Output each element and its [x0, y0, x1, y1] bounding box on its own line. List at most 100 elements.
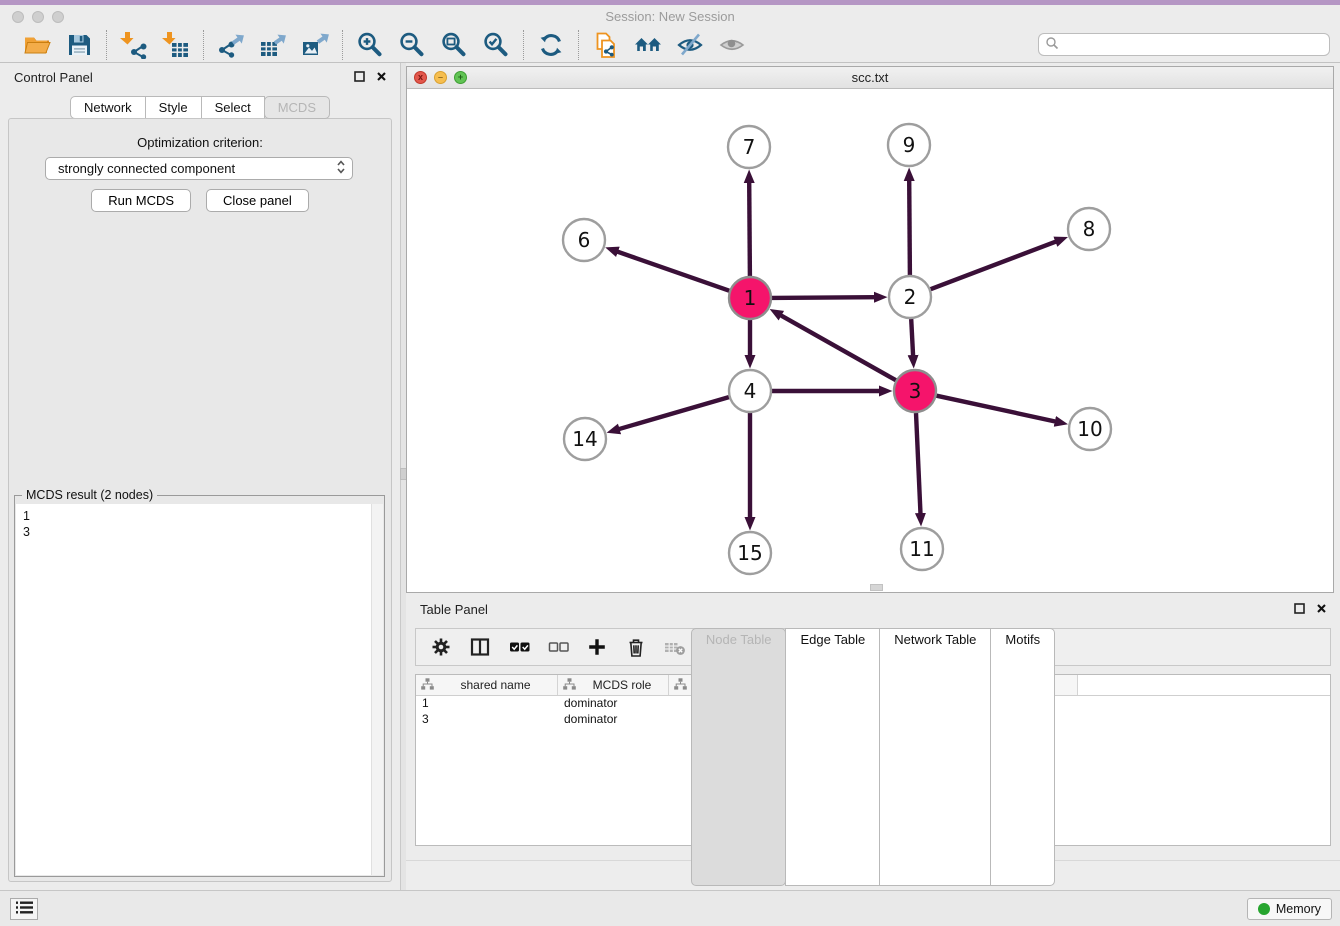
edge-1-6[interactable] — [617, 252, 729, 291]
table-type-tabs: Node TableEdge TableNetwork TableMotifs — [406, 628, 1340, 886]
dropdown-stepper-icon — [336, 159, 346, 178]
control-panel: Control Panel NetworkStyleSelectMCDS Opt… — [0, 63, 400, 890]
network-graph[interactable]: 7 9 6 8 1 2 4 3 14 10 15 11 — [407, 89, 1333, 593]
node-7[interactable]: 7 — [728, 126, 770, 168]
search-input[interactable] — [1059, 38, 1323, 52]
mcds-result-textarea[interactable]: 13 — [16, 504, 383, 875]
zoom-in-icon[interactable] — [356, 31, 384, 59]
node-4[interactable]: 4 — [729, 370, 771, 412]
network-window-title: scc.txt — [407, 70, 1333, 85]
close-panel-icon[interactable] — [375, 70, 388, 83]
tab-select[interactable]: Select — [201, 96, 265, 119]
refresh-layout-icon[interactable] — [537, 31, 565, 59]
toolbar-group — [579, 31, 759, 59]
search-box[interactable] — [1038, 33, 1330, 56]
svg-text:8: 8 — [1083, 217, 1096, 241]
main-toolbar — [0, 28, 1340, 63]
home-icon[interactable] — [634, 31, 662, 59]
tab-edge-table[interactable]: Edge Table — [785, 628, 880, 886]
tab-motifs[interactable]: Motifs — [990, 628, 1055, 886]
mcds-result-title: MCDS result (2 nodes) — [22, 488, 157, 502]
node-15[interactable]: 15 — [729, 532, 771, 574]
tab-node-table[interactable]: Node Table — [691, 628, 787, 886]
tab-network-table[interactable]: Network Table — [879, 628, 991, 886]
toolbar-group — [343, 31, 523, 59]
optimization-criterion-label: Optimization criterion: — [9, 135, 391, 150]
edge-2-8[interactable] — [931, 241, 1057, 289]
toolbar-group — [10, 31, 106, 59]
save-session-icon[interactable] — [65, 31, 93, 59]
edge-3-11[interactable] — [916, 413, 921, 514]
network-view-window: x – + scc.txt 7 9 6 8 1 2 4 3 14 10 15 11 — [406, 66, 1334, 593]
table-panel: Table Panel f(x) shared nameMCDS rolesuc… — [406, 595, 1340, 890]
node-11[interactable]: 11 — [901, 528, 943, 570]
edge-3-1[interactable] — [781, 315, 896, 380]
run-mcds-button[interactable]: Run MCDS — [91, 189, 191, 212]
task-list-icon — [16, 901, 33, 917]
memory-label: Memory — [1276, 902, 1321, 916]
open-session-icon[interactable] — [23, 31, 51, 59]
export-network-icon[interactable] — [217, 31, 245, 59]
zoom-fit-icon[interactable] — [440, 31, 468, 59]
tab-mcds[interactable]: MCDS — [264, 96, 330, 119]
edge-1-7[interactable] — [749, 182, 750, 276]
tab-style[interactable]: Style — [145, 96, 202, 119]
edge-1-2[interactable] — [772, 297, 875, 298]
node-10[interactable]: 10 — [1069, 408, 1111, 450]
close-table-panel-icon[interactable] — [1315, 602, 1328, 615]
zoom-selected-icon[interactable] — [482, 31, 510, 59]
memory-button[interactable]: Memory — [1247, 898, 1332, 920]
zoom-out-icon[interactable] — [398, 31, 426, 59]
edge-3-10[interactable] — [937, 396, 1056, 422]
table-panel-title: Table Panel — [420, 602, 488, 617]
svg-text:11: 11 — [909, 537, 934, 561]
node-8[interactable]: 8 — [1068, 208, 1110, 250]
edge-2-3[interactable] — [911, 319, 913, 356]
memory-status-dot — [1258, 903, 1270, 915]
horizontal-divider-grip[interactable] — [870, 584, 883, 591]
node-1[interactable]: 1 — [729, 277, 771, 319]
float-panel-icon[interactable] — [353, 70, 366, 83]
mcds-result-groupbox: MCDS result (2 nodes) 13 — [14, 495, 385, 877]
node-9[interactable]: 9 — [888, 124, 930, 166]
session-title: Session: New Session — [0, 9, 1340, 24]
svg-text:1: 1 — [744, 286, 757, 310]
close-panel-button[interactable]: Close panel — [206, 189, 309, 212]
result-scrollbar[interactable] — [371, 504, 383, 875]
show-graphics-icon[interactable] — [718, 31, 746, 59]
toolbar-group — [524, 31, 578, 59]
node-2[interactable]: 2 — [889, 276, 931, 318]
control-panel-title: Control Panel — [14, 70, 93, 85]
import-network-icon[interactable] — [120, 31, 148, 59]
svg-text:3: 3 — [909, 379, 922, 403]
console-button[interactable] — [10, 898, 38, 920]
control-panel-header: Control Panel — [0, 63, 400, 91]
export-image-icon[interactable] — [301, 31, 329, 59]
edge-4-14[interactable] — [619, 397, 729, 429]
duplicate-network-icon[interactable] — [592, 31, 620, 59]
edge-2-9[interactable] — [909, 180, 910, 275]
float-table-panel-icon[interactable] — [1293, 602, 1306, 615]
toolbar-group — [107, 31, 203, 59]
table-panel-header: Table Panel — [406, 595, 1340, 623]
import-table-icon[interactable] — [162, 31, 190, 59]
svg-text:7: 7 — [743, 135, 756, 159]
network-canvas[interactable]: 7 9 6 8 1 2 4 3 14 10 15 11 — [407, 89, 1333, 592]
toolbar-icon-groups — [10, 30, 759, 60]
svg-text:10: 10 — [1077, 417, 1102, 441]
svg-text:2: 2 — [904, 285, 917, 309]
node-14[interactable]: 14 — [564, 418, 606, 460]
search-icon — [1045, 36, 1059, 53]
application-window: Session: New Session Control Panel Netwo… — [0, 0, 1340, 926]
svg-text:6: 6 — [578, 228, 591, 252]
mcds-tab-content: Optimization criterion: strongly connect… — [8, 118, 392, 882]
node-6[interactable]: 6 — [563, 219, 605, 261]
tab-network[interactable]: Network — [70, 96, 146, 119]
toolbar-group — [204, 31, 342, 59]
criterion-dropdown-value: strongly connected component — [58, 161, 336, 176]
criterion-dropdown[interactable]: strongly connected component — [45, 157, 353, 180]
network-window-titlebar: x – + scc.txt — [407, 67, 1333, 89]
node-3[interactable]: 3 — [894, 370, 936, 412]
export-table-icon[interactable] — [259, 31, 287, 59]
hide-graphics-icon[interactable] — [676, 31, 704, 59]
